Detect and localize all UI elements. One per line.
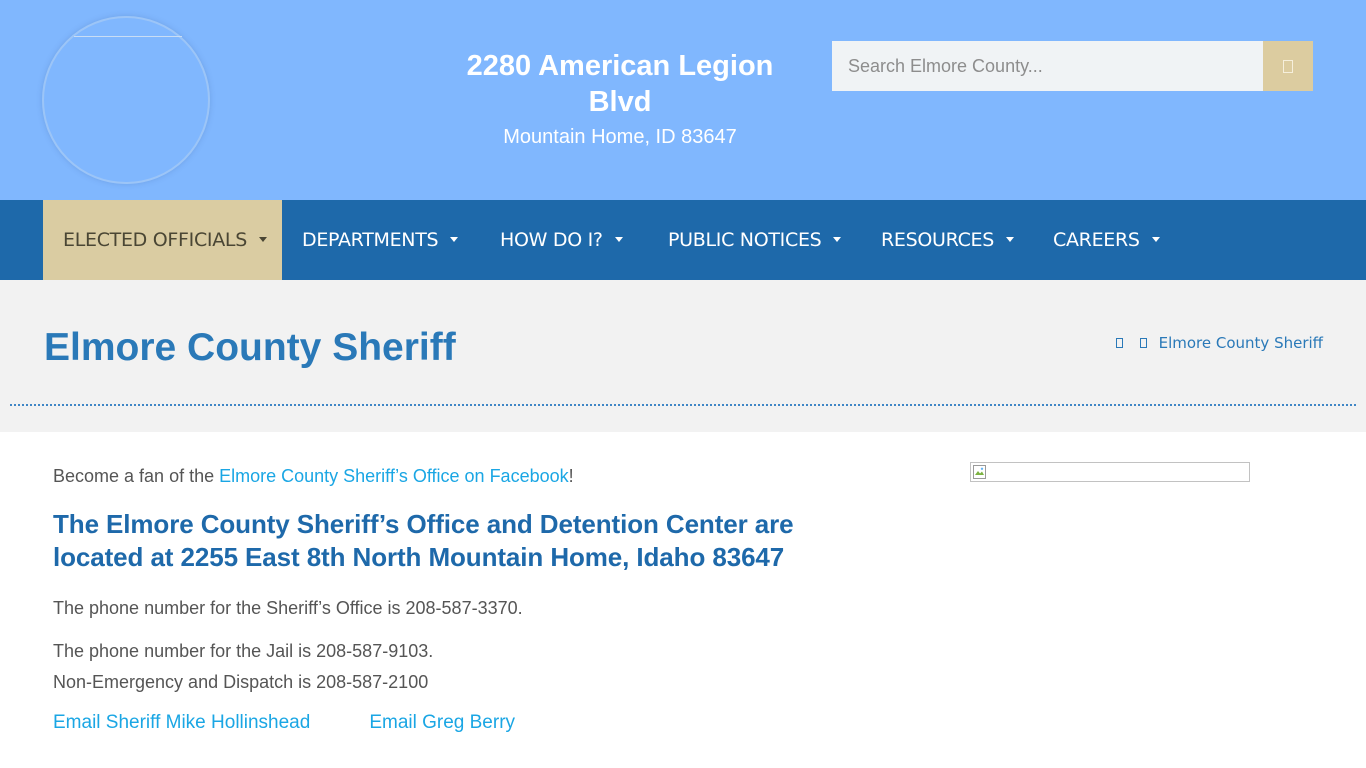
search-button[interactable]	[1263, 41, 1313, 91]
logo-divider	[74, 36, 182, 37]
nav-label: RESOURCES	[881, 229, 995, 251]
breadcrumb-current[interactable]: Elmore County Sheriff	[1159, 334, 1323, 352]
dispatch-phone-text: Non-Emergency and Dispatch is 208-587-21…	[53, 672, 429, 692]
facebook-line: Become a fan of the Elmore County Sherif…	[53, 462, 883, 490]
search-input[interactable]	[832, 41, 1263, 91]
nav-resources[interactable]: RESOURCES	[861, 200, 1015, 280]
nav-how-do-i[interactable]: HOW DO I?	[480, 200, 623, 280]
caret-down-icon	[1151, 236, 1160, 242]
page-title: Elmore County Sheriff	[44, 326, 456, 369]
nav-label: HOW DO I?	[500, 229, 603, 251]
header-address: 2280 American Legion Blvd Mountain Home,…	[440, 48, 800, 150]
email-berry-link[interactable]: Email Greg Berry	[369, 712, 515, 734]
page-title-band: Elmore County Sheriff Elmore County Sher…	[0, 280, 1366, 432]
breadcrumb: Elmore County Sheriff	[1115, 334, 1323, 352]
caret-down-icon	[833, 236, 842, 242]
nav-label: ELECTED OFFICIALS	[63, 229, 247, 251]
caret-down-icon	[1006, 236, 1015, 242]
fan-suffix: !	[568, 466, 574, 486]
main-content: Become a fan of the Elmore County Sherif…	[53, 462, 883, 734]
title-divider	[10, 404, 1356, 406]
location-heading: The Elmore County Sheriff’s Office and D…	[53, 509, 794, 572]
fan-prefix: Become a fan of the	[53, 466, 220, 486]
caret-down-icon	[614, 236, 623, 242]
caret-down-icon	[258, 236, 267, 242]
nav-public-notices[interactable]: PUBLIC NOTICES	[648, 200, 842, 280]
site-header: 2280 American Legion Blvd Mountain Home,…	[0, 0, 1366, 200]
county-seal-logo[interactable]	[42, 16, 210, 184]
caret-down-icon	[450, 236, 459, 242]
nav-label: PUBLIC NOTICES	[668, 229, 822, 251]
email-links: Email Sheriff Mike Hollinshead Email Gre…	[53, 712, 883, 734]
search-form	[832, 41, 1313, 91]
broken-image-icon	[973, 465, 986, 479]
separator-icon	[1139, 338, 1147, 348]
nav-elected-officials[interactable]: ELECTED OFFICIALS	[43, 200, 282, 280]
nav-departments[interactable]: DEPARTMENTS	[282, 200, 459, 280]
home-icon[interactable]	[1115, 338, 1123, 348]
main-nav: ELECTED OFFICIALS DEPARTMENTS HOW DO I? …	[0, 200, 1366, 280]
address-street: 2280 American Legion Blvd	[466, 50, 774, 118]
phone-block: The phone number for the Jail is 208-587…	[53, 636, 883, 698]
sidebar-image	[970, 462, 1250, 482]
facebook-link[interactable]: Elmore County Sheriff’s Office on Facebo…	[219, 466, 569, 486]
email-sheriff-link[interactable]: Email Sheriff Mike Hollinshead	[53, 712, 310, 734]
jail-phone-text: The phone number for the Jail is 208-587…	[53, 641, 434, 661]
nav-label: DEPARTMENTS	[302, 229, 439, 251]
nav-careers[interactable]: CAREERS	[1033, 200, 1160, 280]
address-city: Mountain Home, ID 83647	[503, 126, 737, 148]
office-phone-text: The phone number for the Sheriff’s Offic…	[53, 598, 523, 618]
search-icon	[1283, 59, 1293, 73]
nav-label: CAREERS	[1053, 229, 1140, 251]
